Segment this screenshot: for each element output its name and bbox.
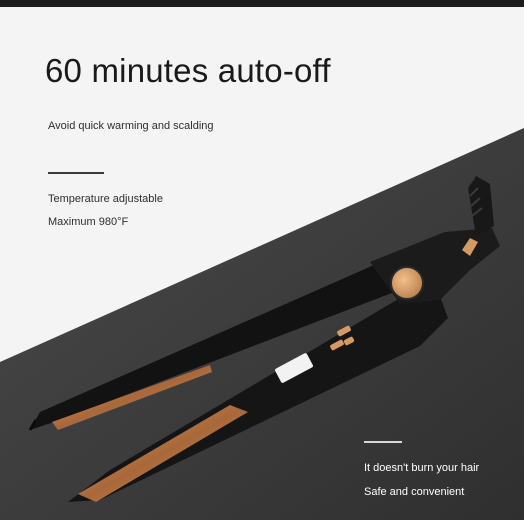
divider-light [364, 441, 402, 443]
feature-temperature: Temperature adjustable [48, 193, 163, 205]
feature-safe: Safe and convenient [364, 486, 465, 498]
subline: Avoid quick warming and scalding [48, 120, 214, 132]
product-banner: 60 minutes auto-off Avoid quick warming … [0, 0, 524, 520]
feature-maximum-temp: Maximum 980°F [48, 216, 129, 228]
feature-no-burn: It doesn't burn your hair [364, 462, 480, 474]
headline: 60 minutes auto-off [45, 52, 331, 89]
divider-dark [48, 172, 104, 174]
